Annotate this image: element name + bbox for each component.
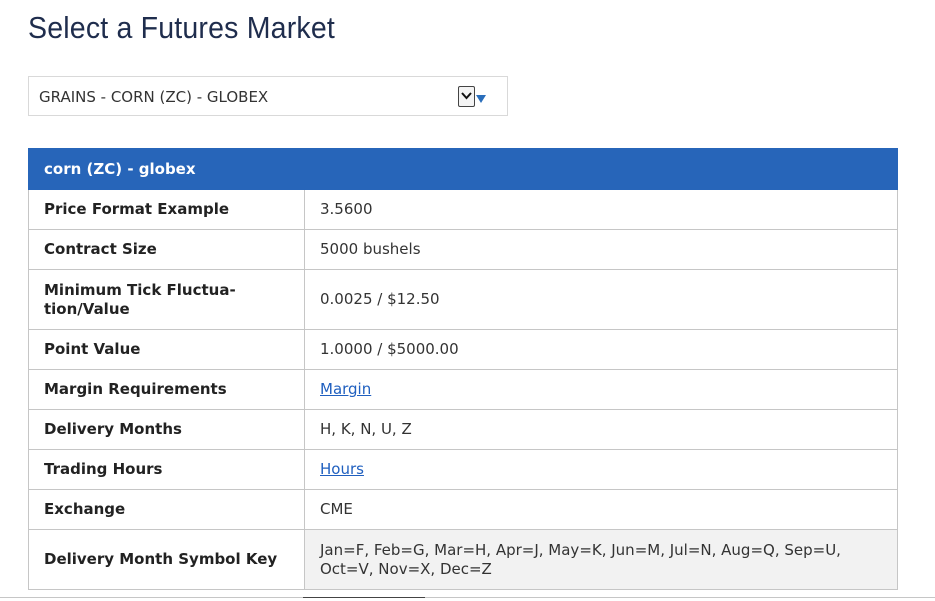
market-select-value: GRAINS - CORN (ZC) - GLOBEX (39, 88, 269, 106)
row-value-symbol-key: Jan=F, Feb=G, Mar=H, Apr=J, May=K, Jun=M… (304, 529, 898, 590)
row-label-margin: Margin Requirements (28, 369, 305, 410)
table-row: Margin Requirements Margin (28, 369, 898, 410)
row-value-margin: Margin (304, 369, 898, 410)
hours-link[interactable]: Hours (320, 460, 364, 478)
row-value-point-value: 1.0000 / $5000.00 (304, 329, 898, 370)
row-label-symbol-key: Delivery Month Symbol Key (28, 529, 305, 590)
row-label-contract-size: Contract Size (28, 229, 305, 270)
row-label-price-format: Price Format Example (28, 189, 305, 230)
row-label-delivery-months: Delivery Months (28, 409, 305, 450)
table-row: Trading Hours Hours (28, 449, 898, 490)
row-value-contract-size: 5000 bushels (304, 229, 898, 270)
page-title: Select a Futures Market (28, 10, 335, 45)
row-label-point-value: Point Value (28, 329, 305, 370)
caret-down-icon (476, 95, 486, 103)
contract-spec-table: corn (ZC) - globex Price Format Example … (28, 148, 898, 590)
row-value-min-tick: 0.0025 / $12.50 (304, 269, 898, 330)
row-value-price-format: 3.5600 (304, 189, 898, 230)
divider (303, 597, 425, 601)
row-value-trading-hours: Hours (304, 449, 898, 490)
table-row: Exchange CME (28, 489, 898, 530)
row-label-min-tick: Minimum Tick Fluctua- tion/Value (28, 269, 305, 330)
chevron-down-icon[interactable] (458, 86, 475, 107)
table-row: Delivery Month Symbol Key Jan=F, Feb=G, … (28, 529, 898, 590)
row-label-exchange: Exchange (28, 489, 305, 530)
divider (0, 597, 935, 598)
table-row: Minimum Tick Fluctua- tion/Value 0.0025 … (28, 269, 898, 330)
table-row: Point Value 1.0000 / $5000.00 (28, 329, 898, 370)
table-row: Delivery Months H, K, N, U, Z (28, 409, 898, 450)
margin-link[interactable]: Margin (320, 380, 371, 398)
row-label-trading-hours: Trading Hours (28, 449, 305, 490)
row-value-exchange: CME (304, 489, 898, 530)
row-value-delivery-months: H, K, N, U, Z (304, 409, 898, 450)
table-row: Price Format Example 3.5600 (28, 189, 898, 230)
table-row: Contract Size 5000 bushels (28, 229, 898, 270)
market-select-dropdown[interactable]: GRAINS - CORN (ZC) - GLOBEX (28, 76, 508, 116)
table-header: corn (ZC) - globex (28, 148, 898, 190)
row-label-min-tick-text: Minimum Tick Fluctua- tion/Value (44, 280, 236, 318)
